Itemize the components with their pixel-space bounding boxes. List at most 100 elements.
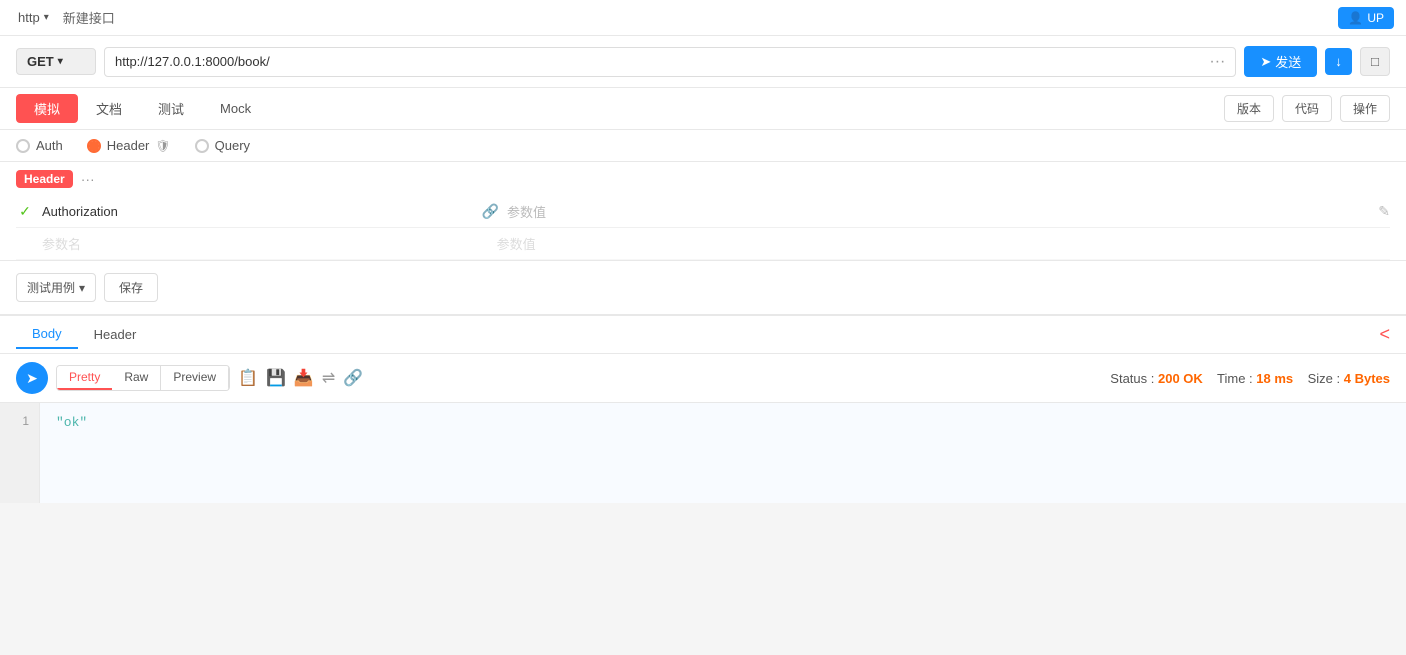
param-name-placeholder[interactable]: 参数名 xyxy=(42,234,489,253)
param-table: ✓ Authorization 🔗 参数值 ✎ ✓ 参数名 参数值 xyxy=(0,196,1406,260)
code-label: 代码 xyxy=(1295,102,1319,116)
header-label: Header xyxy=(107,138,150,153)
table-row: ✓ Authorization 🔗 参数值 ✎ xyxy=(16,196,1390,228)
param-name-authorization[interactable]: Authorization xyxy=(42,204,474,219)
top-bar-right: 👤 UP xyxy=(1338,7,1394,29)
test-case-chevron: ▾ xyxy=(79,281,85,295)
resp-tab-body[interactable]: Body xyxy=(16,320,78,349)
param-tab-header[interactable]: Header 🛡 xyxy=(87,138,171,153)
response-tabs: Body Header < xyxy=(0,316,1406,354)
url-input[interactable] xyxy=(115,54,1209,69)
tab-mock[interactable]: 模拟 xyxy=(16,94,78,123)
line-numbers: 1 xyxy=(0,403,40,503)
response-section: Body Header < ➤ Pretty Raw Preview 📋 💾 📥 xyxy=(0,315,1406,503)
send-circle-icon: ➤ xyxy=(16,362,48,394)
header-label-row: Header ··· xyxy=(0,162,1406,196)
auth-radio xyxy=(16,139,30,153)
code-content: "ok" xyxy=(40,403,1406,503)
copy-icon[interactable]: 📋 xyxy=(238,368,258,388)
method-label: GET xyxy=(27,54,54,69)
wrap-icon[interactable]: ⇌ xyxy=(322,368,335,388)
main-tabs-row: 模拟 文档 测试 Mock 版本 代码 操作 xyxy=(0,88,1406,130)
time-value: 18 ms xyxy=(1256,371,1293,386)
version-label: 版本 xyxy=(1237,102,1261,116)
status-value: 200 OK xyxy=(1158,371,1203,386)
save-button[interactable]: 保存 xyxy=(104,273,158,302)
header-more-icon[interactable]: ··· xyxy=(81,171,95,187)
size-value: 4 Bytes xyxy=(1344,371,1390,386)
action-row: 测试用例 ▾ 保存 xyxy=(0,261,1406,315)
user-icon: 👤 xyxy=(1348,11,1363,25)
user-label: UP xyxy=(1367,11,1384,25)
toolbar-icons: 📋 💾 📥 ⇌ 🔗 xyxy=(238,368,363,388)
send-arrow-icon: ➤ xyxy=(1260,54,1271,70)
user-button[interactable]: 👤 UP xyxy=(1338,7,1394,29)
ops-button[interactable]: 操作 xyxy=(1340,95,1390,122)
format-tab-raw[interactable]: Raw xyxy=(112,366,161,390)
method-chevron: ▾ xyxy=(58,56,63,67)
top-bar: http ▾ 新建接口 👤 UP xyxy=(0,0,1406,36)
query-label: Query xyxy=(215,138,250,153)
link2-icon[interactable]: 🔗 xyxy=(343,368,363,388)
tab-docs-label: 文档 xyxy=(96,102,122,117)
send-button[interactable]: ➤ 发送 xyxy=(1244,46,1317,77)
query-radio xyxy=(195,139,209,153)
tab-right-actions: 版本 代码 操作 xyxy=(1224,95,1390,122)
download-button[interactable]: ↓ xyxy=(1325,48,1352,75)
param-tab-query[interactable]: Query xyxy=(195,138,250,153)
save-label: 保存 xyxy=(119,281,143,295)
size-label: Size : xyxy=(1308,371,1341,386)
send-arrow: ➤ xyxy=(26,370,38,387)
resp-tab-body-label: Body xyxy=(32,326,62,341)
send-label: 发送 xyxy=(1275,52,1301,71)
tab-test-label: 测试 xyxy=(158,102,184,117)
header-badge: Header xyxy=(16,170,73,188)
param-tabs: Auth Header 🛡 Query xyxy=(0,130,1406,162)
resp-tab-header-label: Header xyxy=(94,327,137,342)
param-tab-auth[interactable]: Auth xyxy=(16,138,63,153)
url-more-icon[interactable]: ··· xyxy=(1209,53,1225,71)
check-icon: ✓ xyxy=(16,203,34,221)
time-label: Time : xyxy=(1217,371,1253,386)
tab-mock2-label: Mock xyxy=(220,101,251,116)
table-row-placeholder: ✓ 参数名 参数值 xyxy=(16,228,1390,260)
format-raw-label: Raw xyxy=(124,370,148,384)
format-pretty-label: Pretty xyxy=(69,370,100,384)
param-value-placeholder[interactable]: 参数值 xyxy=(497,234,1390,253)
resp-collapse-icon[interactable]: < xyxy=(1379,324,1390,345)
param-value-authorization[interactable]: 参数值 xyxy=(507,202,1370,221)
header-radio xyxy=(87,139,101,153)
protocol-label: http xyxy=(18,10,40,25)
edit-icon[interactable]: ✎ xyxy=(1378,203,1390,220)
tab-mock2[interactable]: Mock xyxy=(202,96,269,121)
code-button[interactable]: 代码 xyxy=(1282,95,1332,122)
shield-icon: 🛡 xyxy=(155,139,170,153)
version-button[interactable]: 版本 xyxy=(1224,95,1274,122)
tab-test[interactable]: 测试 xyxy=(140,94,202,123)
format-tab-pretty[interactable]: Pretty xyxy=(57,366,112,390)
code-line-1: "ok" xyxy=(56,415,87,430)
protocol-chevron: ▾ xyxy=(44,12,49,23)
ops-label: 操作 xyxy=(1353,102,1377,116)
format-tab-preview[interactable]: Preview xyxy=(161,366,229,390)
protocol-select[interactable]: http ▾ xyxy=(12,8,55,27)
response-toolbar: ➤ Pretty Raw Preview 📋 💾 📥 ⇌ 🔗 Status : … xyxy=(0,354,1406,403)
request-bar: GET ▾ ··· ➤ 发送 ↓ □ xyxy=(0,36,1406,88)
method-select[interactable]: GET ▾ xyxy=(16,48,96,75)
auth-label: Auth xyxy=(36,138,63,153)
save-file-icon[interactable]: 💾 xyxy=(266,368,286,388)
tab-mock-label: 模拟 xyxy=(34,102,60,117)
status-label: Status : xyxy=(1110,371,1154,386)
resp-tab-header[interactable]: Header xyxy=(78,321,153,348)
status-info: Status : 200 OK Time : 18 ms Size : 4 By… xyxy=(1110,371,1390,386)
download-icon: ↓ xyxy=(1335,54,1342,69)
link-icon[interactable]: 🔗 xyxy=(482,203,499,220)
test-case-label: 测试用例 xyxy=(27,279,75,296)
download-file-icon[interactable]: 📥 xyxy=(294,368,314,388)
tab-docs[interactable]: 文档 xyxy=(78,94,140,123)
url-input-wrap: ··· xyxy=(104,47,1236,77)
save-icon-button[interactable]: □ xyxy=(1360,47,1390,76)
test-case-button[interactable]: 测试用例 ▾ xyxy=(16,273,96,302)
save-icon: □ xyxy=(1371,54,1379,69)
format-preview-label: Preview xyxy=(173,370,216,384)
